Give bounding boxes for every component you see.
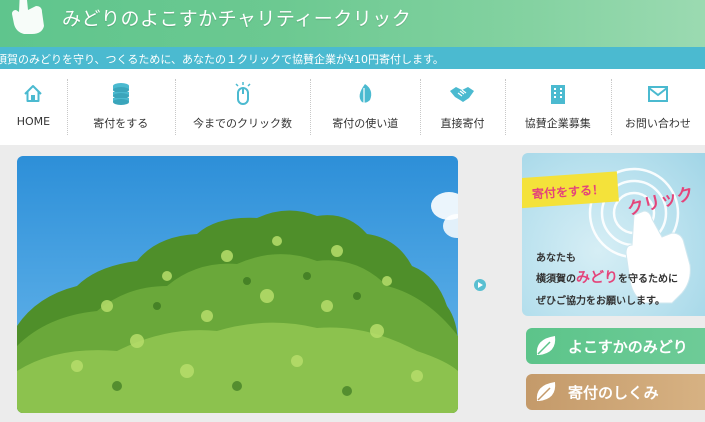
banner-line-2-em: みどり	[576, 270, 618, 286]
slide-next-button[interactable]	[474, 279, 486, 291]
ticker-text: 須賀のみどりを守り、つくるために、あなたの１クリックで協賛企業が¥10円寄付しま…	[0, 53, 444, 66]
news-ticker: 須賀のみどりを守り、つくるために、あなたの１クリックで協賛企業が¥10円寄付しま…	[0, 47, 705, 69]
pointing-hand-icon	[12, 0, 44, 34]
nav-label-donate: 寄付をする	[93, 117, 149, 130]
donation-mechanism-label: 寄付のしくみ	[568, 383, 659, 402]
home-icon	[20, 81, 46, 107]
banner-line-3: ぜひご協力をお願いします。	[536, 296, 665, 307]
banner-line-1: あなたも	[536, 253, 576, 264]
site-title[interactable]: みどりのよこすかチャリティークリック	[62, 4, 411, 31]
click-donate-banner[interactable]: 寄付をする！ クリック あなたも 横須賀のみどりを守るために ぜひご協力をお願い…	[522, 153, 705, 316]
hero-slide-image[interactable]	[17, 156, 458, 413]
nav-item-sponsor-recruit[interactable]: 協賛企業募集	[504, 69, 611, 145]
banner-line-2-post: を守るために	[618, 274, 678, 285]
nav-label-contact: お問い合わせ	[624, 117, 691, 130]
banner-line-2: 横須賀のみどりを守るために	[536, 267, 678, 287]
nav-label-donation-use: 寄付の使い道	[332, 117, 399, 130]
leaf-icon	[352, 81, 378, 107]
nav-item-donate[interactable]: 寄付をする	[66, 69, 175, 145]
mail-icon	[645, 81, 671, 107]
leaf-icon	[532, 332, 560, 360]
nav-label-direct-donation: 直接寄付	[440, 117, 485, 130]
banner-line-2-pre: 横須賀の	[536, 274, 576, 285]
nav-label-home: HOME	[16, 115, 51, 128]
leaf-icon	[532, 378, 560, 406]
main-nav: HOME 寄付をする 今までのクリック数 寄付の使い道 直接寄付 協賛企業募集 …	[0, 69, 705, 145]
site-header: みどりのよこすかチャリティークリック	[0, 0, 705, 47]
donation-mechanism-button[interactable]: 寄付のしくみ	[526, 374, 705, 410]
tree-photo	[17, 192, 458, 413]
yokosuka-midori-label: よこすかのみどり	[568, 337, 688, 356]
nav-item-donation-use[interactable]: 寄付の使い道	[310, 69, 420, 145]
nav-item-contact[interactable]: お問い合わせ	[610, 69, 705, 145]
coins-icon	[108, 81, 134, 107]
yokosuka-midori-button[interactable]: よこすかのみどり	[526, 328, 705, 364]
building-icon	[545, 81, 571, 107]
nav-item-click-count[interactable]: 今までのクリック数	[174, 69, 311, 145]
mouse-icon	[230, 81, 256, 107]
nav-item-direct-donation[interactable]: 直接寄付	[420, 69, 504, 145]
handshake-icon	[449, 81, 475, 107]
nav-label-sponsor-recruit: 協賛企業募集	[524, 117, 591, 130]
nav-item-home[interactable]: HOME	[0, 69, 67, 145]
nav-label-click-count: 今までのクリック数	[193, 117, 293, 130]
